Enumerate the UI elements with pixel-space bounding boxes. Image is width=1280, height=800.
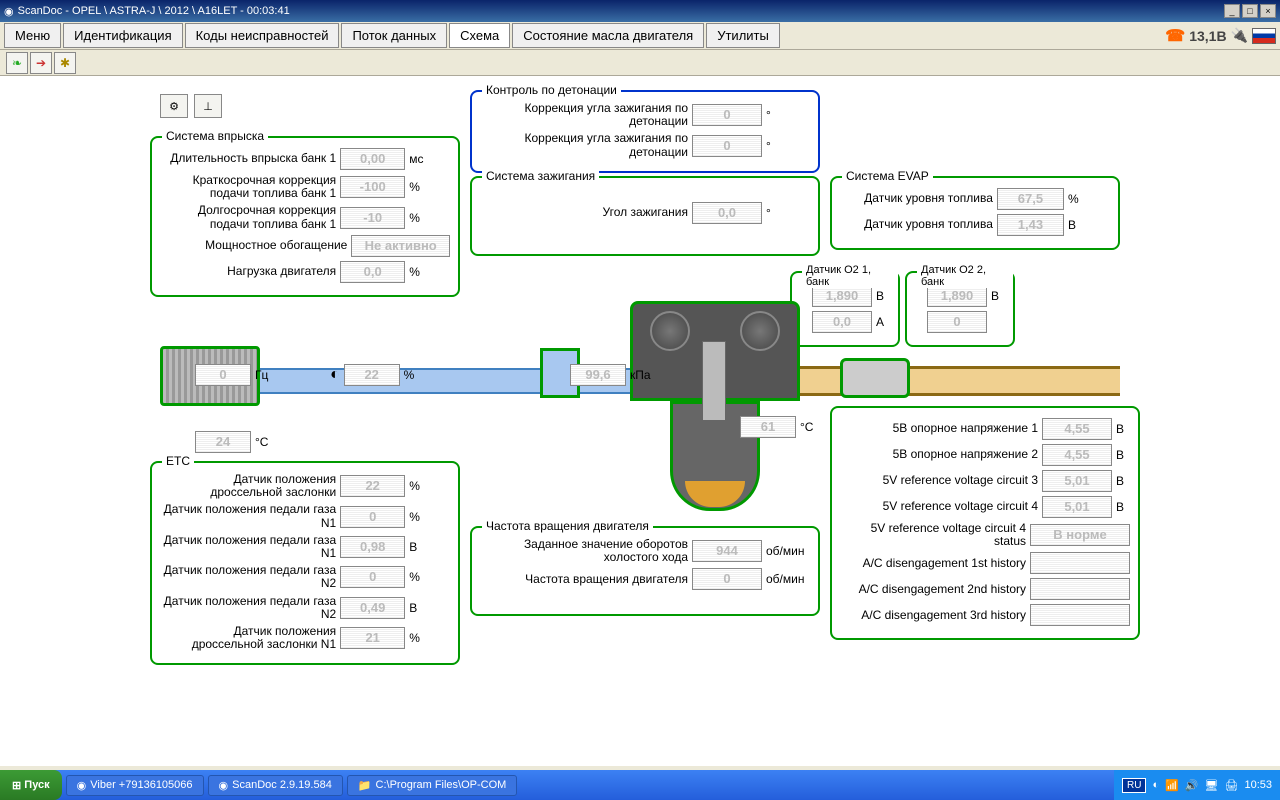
etc-app1-pct-value[interactable]: 0: [340, 506, 405, 528]
main-menu: Меню Идентификация Коды неисправностей П…: [0, 22, 1280, 50]
window-titlebar: ◉ ScanDoc - OPEL \ ASTRA-J \ 2012 \ A16L…: [0, 0, 1280, 22]
ref3-value[interactable]: 5,01: [1042, 470, 1112, 492]
ign-angle-value[interactable]: 0,0: [692, 202, 762, 224]
tray-icon[interactable]: 🖨: [1225, 779, 1239, 792]
viber-icon: ◉: [77, 779, 87, 792]
map-value[interactable]: 99,6: [570, 364, 626, 386]
tab-oilstate[interactable]: Состояние масла двигателя: [512, 23, 704, 48]
chassis-icon[interactable]: ⊥: [194, 94, 222, 118]
ac-hist3-value[interactable]: [1030, 604, 1130, 626]
group-ignition-title: Система зажигания: [482, 169, 599, 183]
tray-icon[interactable]: 📶: [1165, 779, 1179, 792]
rpm-idle-value[interactable]: 944: [692, 540, 762, 562]
throttle-pct-value[interactable]: 22: [344, 364, 400, 386]
tab-dtc[interactable]: Коды неисправностей: [185, 23, 340, 48]
group-etc: ETC Датчик положения дроссельной заслонк…: [150, 461, 460, 665]
group-ignition: Система зажигания Угол зажигания0,0°: [470, 176, 820, 256]
inj-short-value[interactable]: -100: [340, 176, 405, 198]
group-evap-title: Система EVAP: [842, 169, 933, 183]
phone-icon: ☎: [1165, 26, 1185, 46]
tray-icon[interactable]: 🖥: [1205, 779, 1219, 792]
exhaust-pipe: [760, 366, 1120, 396]
tab-identification[interactable]: Идентификация: [63, 23, 182, 48]
ect-value[interactable]: 61: [740, 416, 796, 438]
engine-icon[interactable]: ⚙: [160, 94, 188, 118]
maf-hz-display: 0Гц: [195, 364, 299, 386]
inj-long-value[interactable]: -10: [340, 207, 405, 229]
restore-button[interactable]: □: [1242, 4, 1258, 18]
maf-hz-value[interactable]: 0: [195, 364, 251, 386]
toolbar: ❧ ➔ ✱: [0, 50, 1280, 76]
taskbar-viber[interactable]: ◉Viber +79136105066: [66, 775, 204, 796]
ref4-status-value[interactable]: В норме: [1030, 524, 1130, 546]
ect-temp-display: 61°C: [740, 416, 844, 438]
inj-enrich-value[interactable]: Не активно: [351, 235, 450, 257]
engine-block-icon: [630, 281, 800, 511]
ref2-value[interactable]: 4,55: [1042, 444, 1112, 466]
scandoc-icon: ◉: [219, 779, 229, 792]
evap-level-volt-value[interactable]: 1,43: [997, 214, 1064, 236]
tab-utilities[interactable]: Утилиты: [706, 23, 780, 48]
tab-scheme[interactable]: Схема: [449, 23, 510, 48]
etc-app2-volt-value[interactable]: 0,49: [340, 597, 405, 619]
system-tray: RU ◐ 📶 🔊 🖥 🖨 10:53: [1114, 770, 1280, 800]
flag-icon[interactable]: [1252, 28, 1276, 44]
taskbar-explorer[interactable]: 📁C:\Program Files\OP-COM: [347, 775, 518, 796]
bug-button[interactable]: ✱: [54, 52, 76, 74]
clock[interactable]: 10:53: [1244, 779, 1272, 791]
ref4-value[interactable]: 5,01: [1042, 496, 1112, 518]
windows-icon: ⊞: [12, 779, 21, 792]
minimize-button[interactable]: _: [1224, 4, 1240, 18]
throttle-sensor-icon: ◐: [330, 366, 340, 384]
knock-corr1-value[interactable]: 0: [692, 104, 762, 126]
leaf-button[interactable]: ❧: [6, 52, 28, 74]
group-injection-title: Система впрыска: [162, 129, 268, 143]
etc-app2-pct-value[interactable]: 0: [340, 566, 405, 588]
ref1-value[interactable]: 4,55: [1042, 418, 1112, 440]
scheme-canvas: ⚙ ⊥ Контроль по детонации Коррекция угла…: [0, 76, 1280, 766]
map-kpa-display: 99,6кПа: [570, 364, 674, 386]
etc-tps1-value[interactable]: 21: [340, 627, 405, 649]
group-etc-title: ETC: [162, 454, 194, 468]
folder-icon: 📁: [358, 779, 372, 792]
throttle-pct-display: ◐ 22%: [330, 364, 448, 386]
taskbar: ⊞ Пуск ◉Viber +79136105066 ◉ScanDoc 2.9.…: [0, 770, 1280, 800]
etc-app1-volt-value[interactable]: 0,98: [340, 536, 405, 558]
forward-button[interactable]: ➔: [30, 52, 52, 74]
iat-value[interactable]: 24: [195, 431, 251, 453]
tab-datastream[interactable]: Поток данных: [341, 23, 447, 48]
language-indicator[interactable]: RU: [1122, 778, 1146, 793]
start-button[interactable]: ⊞ Пуск: [0, 770, 62, 800]
ac-hist2-value[interactable]: [1030, 578, 1130, 600]
taskbar-scandoc[interactable]: ◉ScanDoc 2.9.19.584: [208, 775, 343, 796]
rpm-actual-value[interactable]: 0: [692, 568, 762, 590]
ac-hist1-value[interactable]: [1030, 552, 1130, 574]
group-reference: 5В опорное напряжение 14,55В 5В опорное …: [830, 406, 1140, 640]
voltage-label: 13,1В: [1189, 28, 1226, 44]
group-injection: Система впрыска Длительность впрыска бан…: [150, 136, 460, 297]
group-knock: Контроль по детонации Коррекция угла заж…: [470, 90, 820, 173]
etc-tps-value[interactable]: 22: [340, 475, 405, 497]
group-rpm-title: Частота вращения двигателя: [482, 519, 653, 533]
group-rpm: Частота вращения двигателя Заданное знач…: [470, 526, 820, 616]
group-knock-title: Контроль по детонации: [482, 83, 621, 97]
plug-icon: 🔌: [1231, 27, 1248, 44]
iat-temp-display: 24°C: [195, 431, 299, 453]
group-evap: Система EVAP Датчик уровня топлива67,5% …: [830, 176, 1120, 250]
tab-menu[interactable]: Меню: [4, 23, 61, 48]
window-title: ScanDoc - OPEL \ ASTRA-J \ 2012 \ A16LET…: [18, 5, 290, 17]
close-button[interactable]: ×: [1260, 4, 1276, 18]
catalytic-converter-icon: [840, 358, 910, 398]
inj-duration-value[interactable]: 0,00: [340, 148, 405, 170]
app-icon: ◉: [4, 5, 14, 18]
knock-corr2-value[interactable]: 0: [692, 135, 762, 157]
tray-icon[interactable]: ◐: [1152, 779, 1159, 791]
tray-icon[interactable]: 🔊: [1185, 779, 1199, 792]
evap-level-pct-value[interactable]: 67,5: [997, 188, 1064, 210]
